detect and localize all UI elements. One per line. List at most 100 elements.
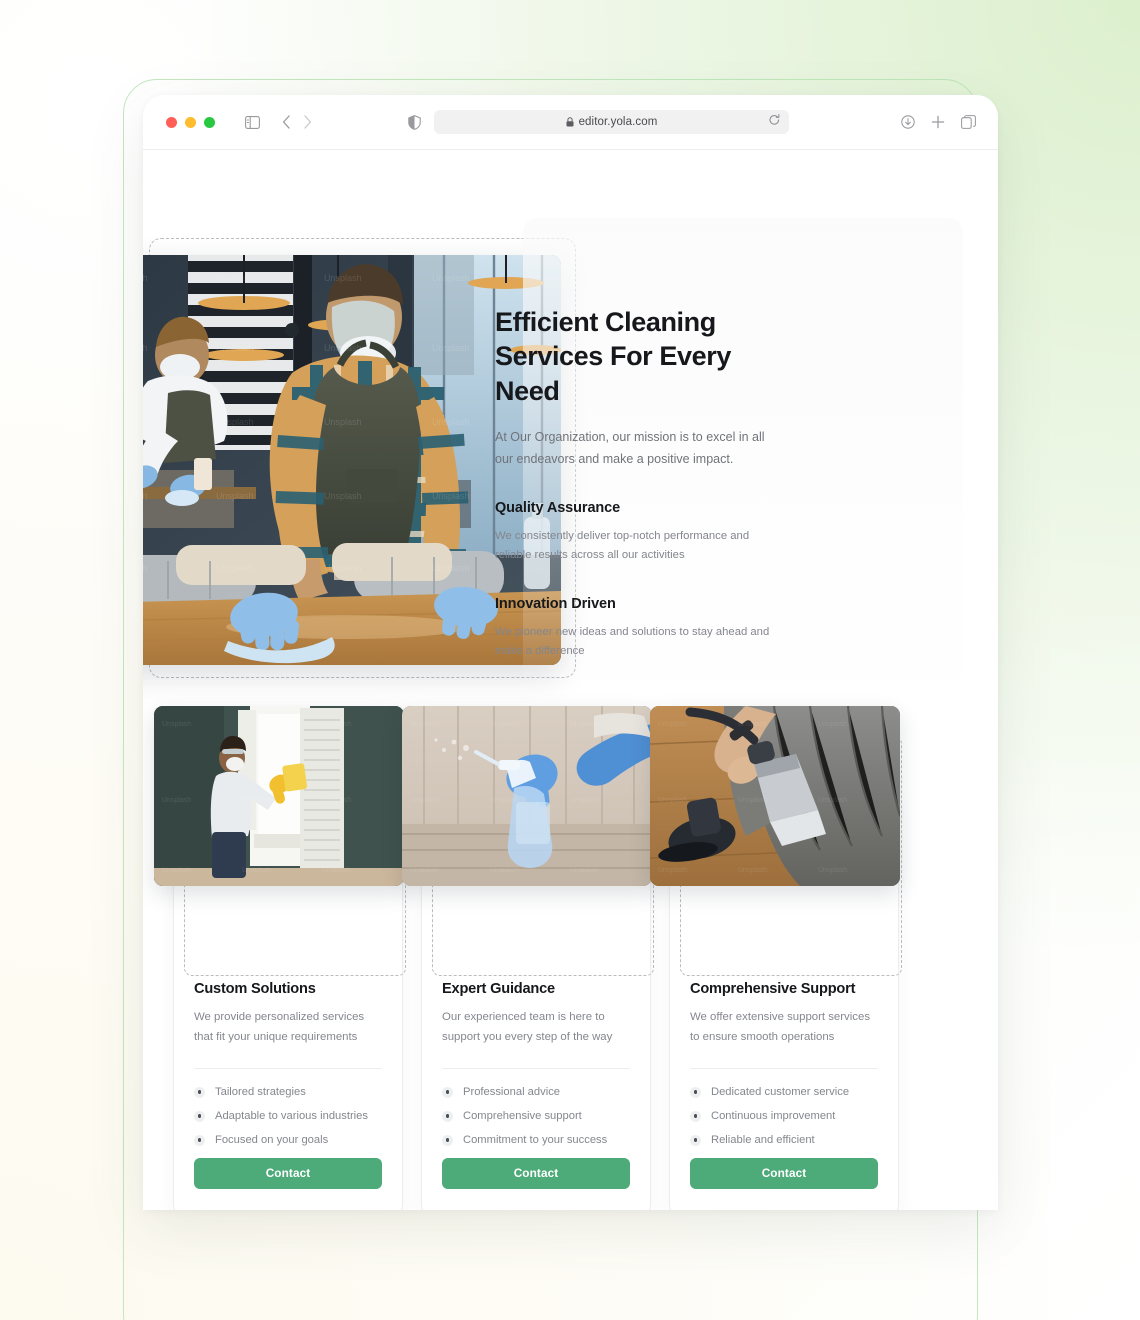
plus-icon[interactable] [931,115,945,129]
hero-copy: Efficient Cleaning Services For Every Ne… [495,305,795,662]
hero-section: Unsplash Unsplash Unsplash Unsplash Unsp… [143,150,998,728]
card-title: Comprehensive Support [690,981,856,997]
website-canvas: Unsplash Unsplash Unsplash Unsplash Unsp… [143,150,998,1210]
svg-text:Unsplash: Unsplash [216,273,254,283]
svg-text:Unsplash: Unsplash [570,797,599,804]
card-title: Expert Guidance [442,981,555,997]
svg-text:Unsplash: Unsplash [738,721,767,728]
reload-icon[interactable] [769,113,780,131]
lock-icon [566,117,574,127]
svg-text:Unsplash: Unsplash [432,343,470,353]
svg-text:Unsplash: Unsplash [818,721,847,728]
nav-back-icon[interactable] [282,115,291,129]
list-item-label: Commitment to your success [463,1134,608,1147]
svg-text:Unsplash: Unsplash [432,563,470,573]
card-title: Custom Solutions [194,981,316,997]
bullet-icon [194,1086,205,1098]
bullet-icon [690,1134,701,1146]
privacy-shield-icon[interactable] [408,114,421,130]
service-cards-section: Unsplash Unsplash Unsplash Unsplash Unsplas… [154,706,968,1210]
sidebar-toggle-icon[interactable] [245,115,260,129]
svg-text:Unsplash: Unsplash [322,797,351,804]
window-traffic-lights [166,116,215,128]
nav-forward-icon[interactable] [303,115,312,129]
svg-text:Unsplash: Unsplash [818,867,847,874]
address-bar[interactable]: editor.yola.com [434,110,789,134]
svg-text:Unsplash: Unsplash [143,417,148,427]
list-item-label: Tailored strategies [215,1086,306,1099]
svg-text:Unsplash: Unsplash [216,343,254,353]
card-description: We offer extensive support services to e… [690,1011,871,1043]
svg-text:Unsplash: Unsplash [490,721,519,728]
card-divider [690,1068,878,1070]
list-item-label: Adaptable to various industries [215,1110,368,1123]
contact-button[interactable]: Contact [690,1158,878,1190]
card-feature-list: Dedicated customer service Continuous im… [690,1086,878,1146]
svg-text:Unsplash: Unsplash [242,721,271,728]
zoom-window-button[interactable] [204,116,215,128]
page-root: editor.yola.com h Unsplash Unsplash Unsp… [0,0,1140,1320]
svg-text:Unsplash: Unsplash [216,417,254,427]
svg-text:Unsplash: Unsplash [490,797,519,804]
list-item-label: Reliable and efficient [711,1134,815,1147]
svg-text:Unsplash: Unsplash [432,491,470,501]
list-item: Comprehensive support [442,1110,630,1122]
card-feature-list: Professional advice Comprehensive suppor… [442,1086,630,1146]
list-item-label: Professional advice [463,1086,561,1099]
svg-text:Unsplash: Unsplash [322,721,351,728]
svg-text:Unsplash: Unsplash [162,721,191,728]
bullet-icon [442,1110,453,1122]
contact-button[interactable]: Contact [194,1158,382,1190]
svg-text:Unsplash: Unsplash [162,797,191,804]
svg-text:Unsplash: Unsplash [410,721,439,728]
service-card-comprehensive-support: Unsplash Unsplash Unsplash Unsplash Unsplas… [650,706,902,1210]
svg-text:Unsplash: Unsplash [162,867,191,874]
hero-feature-quality-assurance: Quality Assurance We consistently delive… [495,500,795,566]
svg-text:Unsplash: Unsplash [143,491,148,501]
service-card-expert-guidance: Unsplash Unsplash Unsplash Unsplash Unsplas… [402,706,654,1210]
svg-text:Unsplash: Unsplash [570,721,599,728]
card-image-custom-solutions[interactable]: Unsplash Unsplash Unsplash Unsplash Unsplas… [154,706,404,886]
feature-title: Quality Assurance [495,499,621,516]
card-divider [442,1068,630,1070]
list-item: Adaptable to various industries [194,1110,382,1122]
download-icon[interactable] [901,115,915,129]
toolbar-right-actions [901,115,980,129]
card-image-comprehensive-support[interactable]: Unsplash Unsplash Unsplash Unsplash Unsplas… [650,706,900,886]
svg-text:Unsplash: Unsplash [658,797,687,804]
svg-text:Unsplash: Unsplash [143,563,148,573]
browser-window: editor.yola.com h Unsplash Unsplash Unsp… [143,95,998,1210]
hero-feature-innovation-driven: Innovation Driven We pioneer new ideas a… [495,596,795,662]
svg-text:Unsplash: Unsplash [143,343,148,353]
list-item: Focused on your goals [194,1134,382,1146]
svg-text:Unsplash: Unsplash [658,721,687,728]
svg-text:Unsplash: Unsplash [324,563,362,573]
close-window-button[interactable] [166,116,177,128]
service-card-custom-solutions: Unsplash Unsplash Unsplash Unsplash Unsplas… [154,706,406,1210]
svg-text:Unsplash: Unsplash [410,867,439,874]
bullet-icon [442,1134,453,1146]
svg-text:Unsplash: Unsplash [324,343,362,353]
bullet-icon [442,1086,453,1098]
card-image-expert-guidance[interactable]: Unsplash Unsplash Unsplash Unsplash Unsplas… [402,706,652,886]
contact-button[interactable]: Contact [442,1158,630,1190]
feature-body: We consistently deliver top-notch perfor… [495,529,750,562]
list-item: Commitment to your success [442,1134,630,1146]
bullet-icon [690,1110,701,1122]
svg-text:Unsplash: Unsplash [216,491,254,501]
svg-text:Unsplash: Unsplash [143,273,148,283]
svg-text:Unsplash: Unsplash [738,867,767,874]
feature-body: We pioneer new ideas and solutions to st… [495,625,770,658]
page-title: Efficient Cleaning Services For Every Ne… [495,305,795,408]
svg-text:Unsplash: Unsplash [432,273,470,283]
svg-text:Unsplash: Unsplash [658,867,687,874]
list-item-label: Continuous improvement [711,1110,836,1123]
tab-overview-icon[interactable] [961,115,976,129]
svg-text:Unsplash: Unsplash [432,417,470,427]
hero-title-line-1: Efficient Cleaning [495,307,716,337]
list-item: Professional advice [442,1086,630,1098]
bullet-icon [690,1086,701,1098]
minimize-window-button[interactable] [185,116,196,128]
list-item: Reliable and efficient [690,1134,878,1146]
list-item-label: Comprehensive support [463,1110,582,1123]
